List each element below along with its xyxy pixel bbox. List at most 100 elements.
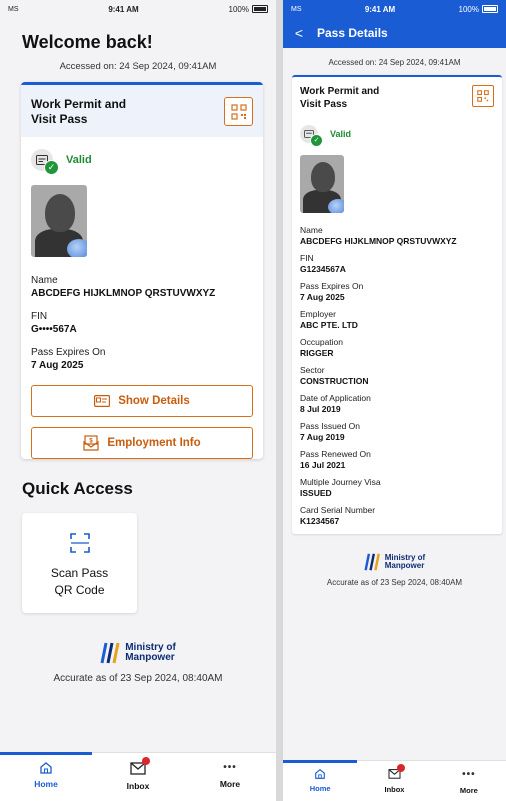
- pass-card-header: Work Permit and Visit Pass: [292, 77, 502, 111]
- scan-pass-qr-tile[interactable]: Scan Pass QR Code: [22, 513, 137, 613]
- accurate-timestamp: Accurate as of 23 Sep 2024, 08:40AM: [53, 673, 223, 684]
- tab-bar: Home Inbox ••• More: [0, 752, 276, 801]
- tab-bar: Home Inbox ••• More: [283, 760, 506, 801]
- mom-logo-icon: [364, 553, 380, 571]
- field-label: Date of Application: [300, 393, 371, 403]
- detail-field: Pass Issued On 7 Aug 2019: [292, 421, 502, 442]
- field-label: Card Serial Number: [300, 505, 376, 515]
- qr-code-button[interactable]: [224, 97, 253, 126]
- scan-icon: [69, 533, 90, 553]
- tab-home[interactable]: Home: [283, 760, 358, 801]
- field-label: Name: [31, 275, 58, 286]
- employment-icon: $: [83, 435, 99, 451]
- more-icon: •••: [462, 769, 476, 780]
- field-label: Occupation: [300, 337, 343, 347]
- home-icon: [315, 769, 325, 779]
- detail-field: Pass Expires On 7 Aug 2025: [292, 281, 502, 302]
- accessed-timestamp: Accessed on: 24 Sep 2024, 09:41AM: [59, 61, 217, 72]
- battery-icon: [251, 5, 268, 13]
- field-name: Name ABCDEFG HIJKLMNOP QRSTUVWXYZ: [21, 275, 263, 299]
- nav-bar: < Pass Details: [283, 18, 506, 48]
- mom-logo: Ministry of Manpower: [0, 641, 276, 665]
- qr-code-icon: [230, 103, 247, 120]
- id-card-icon: ✓: [31, 149, 59, 175]
- mom-logo: Ministry of Manpower: [283, 552, 506, 572]
- field-value: G1234567A: [300, 264, 346, 274]
- detail-field: Name ABCDEFG HIJKLMNOP QRSTUVWXYZ: [292, 225, 502, 246]
- accessed-timestamp: Accessed on: 24 Sep 2024, 09:41AM: [328, 58, 461, 67]
- battery-indicator: 100%: [229, 5, 268, 14]
- home-icon: [40, 762, 52, 774]
- field-value: ABC PTE. LTD: [300, 320, 358, 330]
- field-value: CONSTRUCTION: [300, 376, 369, 386]
- check-icon: ✓: [44, 160, 59, 175]
- field-label: Employer: [300, 309, 336, 319]
- battery-label: 100%: [228, 4, 249, 14]
- field-value: 16 Jul 2021: [300, 460, 346, 470]
- detail-field: Multiple Journey Visa ISSUED: [292, 477, 502, 498]
- carrier-label: MS: [8, 5, 19, 13]
- scan-label-line1: Scan Pass: [50, 566, 109, 580]
- tab-inbox[interactable]: Inbox: [357, 761, 431, 801]
- more-icon: •••: [223, 762, 237, 773]
- pass-details-card: Work Permit and Visit Pass ✓ Valid Name …: [292, 75, 502, 534]
- page-title: Pass Details: [317, 26, 388, 40]
- notification-badge: [142, 757, 150, 765]
- tab-home[interactable]: Home: [0, 752, 92, 801]
- detail-field: Employer ABC PTE. LTD: [292, 309, 502, 330]
- status-bar: MS 9:41 AM 100%: [283, 0, 506, 18]
- quick-access-title: Quick Access: [22, 479, 133, 498]
- battery-icon: [481, 5, 498, 13]
- tab-label: More: [459, 786, 478, 795]
- tab-more[interactable]: ••• More: [432, 761, 506, 801]
- status-badge: Valid: [330, 129, 352, 139]
- field-value: ISSUED: [300, 488, 332, 498]
- detail-field: FIN G1234567A: [292, 253, 502, 274]
- field-value: RIGGER: [300, 348, 334, 358]
- tab-label: Inbox: [384, 785, 405, 794]
- tab-inbox[interactable]: Inbox: [92, 753, 184, 801]
- tab-more[interactable]: ••• More: [184, 753, 276, 801]
- field-value: ABCDEFG HIJKLMNOP QRSTUVWXYZ: [300, 236, 457, 246]
- field-value: K1234567: [300, 516, 340, 526]
- employment-info-button[interactable]: $ Employment Info: [31, 427, 253, 459]
- home-screen: MS 9:41 AM 100% Welcome back! Accessed o…: [0, 0, 276, 801]
- field-value: 7 Aug 2025: [300, 292, 345, 302]
- field-fin: FIN G••••567A: [21, 311, 263, 335]
- tab-label: Home: [309, 784, 331, 793]
- field-label: Multiple Journey Visa: [300, 477, 381, 487]
- status-badge: Valid: [66, 154, 92, 166]
- tab-label: More: [219, 779, 241, 789]
- hologram-icon: [67, 239, 87, 257]
- notification-badge: [396, 764, 405, 772]
- back-icon[interactable]: <: [287, 25, 311, 41]
- qr-code-button[interactable]: [472, 85, 494, 107]
- pass-card-header: Work Permit and Visit Pass: [21, 85, 263, 137]
- field-value: G••••567A: [31, 324, 77, 335]
- pass-card-title: Work Permit and Visit Pass: [300, 86, 380, 110]
- scan-label-line2: QR Code: [54, 583, 105, 597]
- logo-line2: Manpower: [384, 561, 425, 570]
- welcome-title: Welcome back!: [22, 32, 153, 52]
- pass-details-screen: MS 9:41 AM 100% < Pass Details Accessed …: [283, 0, 506, 801]
- status-row: ✓ Valid: [21, 137, 263, 175]
- pass-card: Work Permit and Visit Pass ✓ Valid Name …: [21, 82, 263, 459]
- detail-fields-list: Name ABCDEFG HIJKLMNOP QRSTUVWXYZ FIN G1234…: [292, 225, 502, 526]
- accurate-timestamp: Accurate as of 23 Sep 2024, 08:40AM: [326, 578, 463, 587]
- field-label: FIN: [31, 311, 48, 322]
- carrier-label: MS: [291, 5, 302, 13]
- pass-card-title: Work Permit and Visit Pass: [31, 97, 127, 126]
- id-card-icon: ✓: [300, 125, 323, 147]
- status-row: ✓ Valid: [292, 111, 502, 147]
- field-label: Sector: [300, 365, 325, 375]
- status-bar: MS 9:41 AM 100%: [0, 0, 276, 18]
- detail-field: Card Serial Number K1234567: [292, 505, 502, 526]
- field-value: 8 Jul 2019: [300, 404, 341, 414]
- field-value: 7 Aug 2025: [31, 360, 84, 371]
- scan-pass-label: Scan Pass QR Code: [51, 565, 108, 599]
- show-details-button[interactable]: Show Details: [31, 385, 253, 417]
- hologram-icon: [328, 199, 344, 213]
- mom-logo-icon: [100, 642, 120, 664]
- field-label: Pass Renewed On: [300, 449, 371, 459]
- detail-field: Sector CONSTRUCTION: [292, 365, 502, 386]
